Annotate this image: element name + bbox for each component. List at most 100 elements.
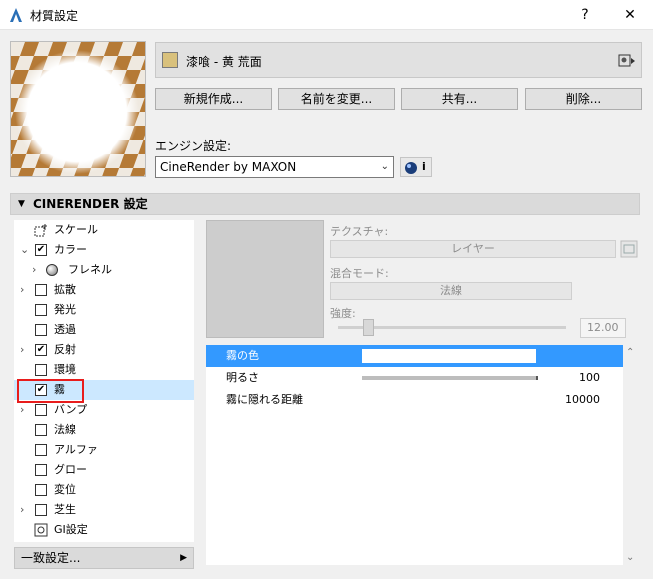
layer-field[interactable]: レイヤー — [330, 240, 616, 258]
tree-item[interactable]: 発光 — [14, 300, 194, 320]
tree-checkbox[interactable] — [35, 444, 47, 456]
chevron-right-icon[interactable]: › — [32, 260, 36, 280]
match-settings-button[interactable]: 一致設定... ▶ — [14, 547, 194, 569]
strength-slider-thumb[interactable] — [363, 319, 374, 336]
engine-select-value: CineRender by MAXON — [160, 160, 297, 174]
material-preview — [10, 41, 146, 177]
scroll-up-icon[interactable]: ⌃ — [626, 347, 634, 358]
property-row-fog-color[interactable]: 霧の色 — [206, 345, 623, 367]
tree-checkbox[interactable]: ✔ — [35, 244, 47, 256]
tree-item[interactable]: スケール — [14, 220, 194, 240]
tree-item[interactable]: ⌄ ✔ カラー — [14, 240, 194, 260]
tree-item-label: 拡散 — [54, 283, 76, 296]
tree-item[interactable]: › 芝生 — [14, 500, 194, 520]
new-button[interactable]: 新規作成... — [155, 88, 272, 110]
cinerender-section-header[interactable]: ▼ CINERENDER 設定 — [10, 193, 640, 215]
rename-button[interactable]: 名前を変更... — [278, 88, 395, 110]
tree-item[interactable]: アルファ — [14, 440, 194, 460]
title-bar: 材質設定 ? ✕ — [0, 0, 653, 30]
material-color-swatch — [162, 52, 178, 68]
tree-item[interactable]: 環境 — [14, 360, 194, 380]
tree-item[interactable]: › 拡散 — [14, 280, 194, 300]
tree-checkbox[interactable] — [35, 364, 47, 376]
tree-checkbox[interactable] — [35, 424, 47, 436]
blend-mode-select[interactable]: 法線 — [330, 282, 572, 300]
chevron-right-icon[interactable]: › — [20, 280, 24, 300]
tree-item[interactable]: 透過 — [14, 320, 194, 340]
tree-item-label: アルファ — [54, 443, 98, 456]
tree-checkbox[interactable] — [35, 404, 47, 416]
chevron-down-icon: ⌄ — [380, 161, 389, 172]
tree-item-label: 環境 — [54, 363, 76, 376]
tree-checkbox[interactable] — [35, 284, 47, 296]
scale-icon — [34, 224, 47, 237]
arrow-right-icon: ▶ — [180, 553, 187, 563]
tree-checkbox[interactable] — [35, 304, 47, 316]
tree-item[interactable]: › フレネル — [14, 260, 194, 280]
help-button[interactable]: ? — [573, 5, 597, 25]
material-picker-icon[interactable] — [618, 53, 636, 69]
tree-checkbox[interactable] — [35, 504, 47, 516]
brightness-bar[interactable] — [362, 376, 538, 380]
tree-checkbox[interactable] — [35, 464, 47, 476]
cinema4d-icon — [405, 162, 417, 174]
property-value: 10000 — [565, 393, 600, 406]
tree-item-label: 透過 — [54, 323, 76, 336]
property-name: 霧の色 — [226, 349, 259, 362]
chevron-right-icon[interactable]: › — [20, 400, 24, 420]
texture-label: テクスチャ: — [330, 225, 389, 238]
texture-picker-icon[interactable] — [620, 240, 638, 258]
scroll-down-icon[interactable]: ⌄ — [626, 552, 634, 563]
chevron-right-icon[interactable]: › — [20, 500, 24, 520]
chevron-right-icon[interactable]: › — [20, 340, 24, 360]
close-button[interactable]: ✕ — [618, 5, 642, 25]
tree-item[interactable]: › バンプ — [14, 400, 194, 420]
tree-item[interactable]: › ✔ 反射 — [14, 340, 194, 360]
fog-color-swatch[interactable] — [362, 349, 536, 363]
tree-item[interactable]: 変位 — [14, 480, 194, 500]
delete-button[interactable]: 削除... — [525, 88, 642, 110]
tree-item-label: 発光 — [54, 303, 76, 316]
fresnel-sphere-icon — [46, 264, 58, 276]
window-title: 材質設定 — [30, 9, 79, 23]
property-name: 霧に隠れる距離 — [226, 393, 303, 406]
highlight-box — [17, 379, 84, 403]
section-title: CINERENDER 設定 — [33, 197, 148, 211]
match-settings-label: 一致設定... — [21, 551, 81, 565]
property-row-brightness[interactable]: 明るさ 100 — [206, 367, 623, 389]
blend-mode-label: 混合モード: — [330, 267, 389, 280]
material-name: 漆喰 - 黄 荒面 — [186, 55, 262, 69]
property-value: 100 — [579, 371, 600, 384]
collapse-triangle-icon: ▼ — [18, 199, 25, 209]
texture-preview — [206, 220, 324, 338]
engine-info-button[interactable]: i — [400, 157, 432, 177]
tree-item[interactable]: 法線 — [14, 420, 194, 440]
property-scrollbar[interactable]: ⌃ ⌄ — [623, 345, 640, 565]
engine-select[interactable]: CineRender by MAXON ⌄ — [155, 156, 394, 178]
tree-checkbox[interactable] — [35, 484, 47, 496]
tree-item-label: グロー — [54, 463, 87, 476]
preview-sphere-image — [11, 42, 145, 176]
strength-input[interactable]: 12.00 — [580, 318, 626, 338]
tree-item-label: 法線 — [54, 423, 76, 436]
archicad-logo-icon — [10, 8, 22, 22]
tree-item[interactable]: GI設定 — [14, 520, 194, 540]
engine-label: エンジン設定: — [155, 139, 232, 153]
tree-item-label: 芝生 — [54, 503, 76, 516]
tree-item-label: カラー — [54, 243, 87, 256]
property-name: 明るさ — [226, 371, 259, 384]
tree-checkbox[interactable]: ✔ — [35, 344, 47, 356]
gi-settings-icon — [34, 523, 48, 537]
material-name-bar[interactable]: 漆喰 - 黄 荒面 — [155, 42, 642, 78]
share-button[interactable]: 共有... — [401, 88, 518, 110]
tree-item-label: フレネル — [68, 263, 112, 276]
tree-checkbox[interactable] — [35, 324, 47, 336]
property-row-fog-distance[interactable]: 霧に隠れる距離 10000 — [206, 389, 623, 411]
tree-item-label: 反射 — [54, 343, 76, 356]
chevron-down-icon[interactable]: ⌄ — [20, 240, 29, 260]
info-icon: i — [422, 160, 426, 173]
tree-item-label: GI設定 — [54, 523, 88, 536]
strength-label: 強度: — [330, 307, 356, 320]
tree-item[interactable]: グロー — [14, 460, 194, 480]
tree-item-label: バンプ — [54, 403, 88, 416]
